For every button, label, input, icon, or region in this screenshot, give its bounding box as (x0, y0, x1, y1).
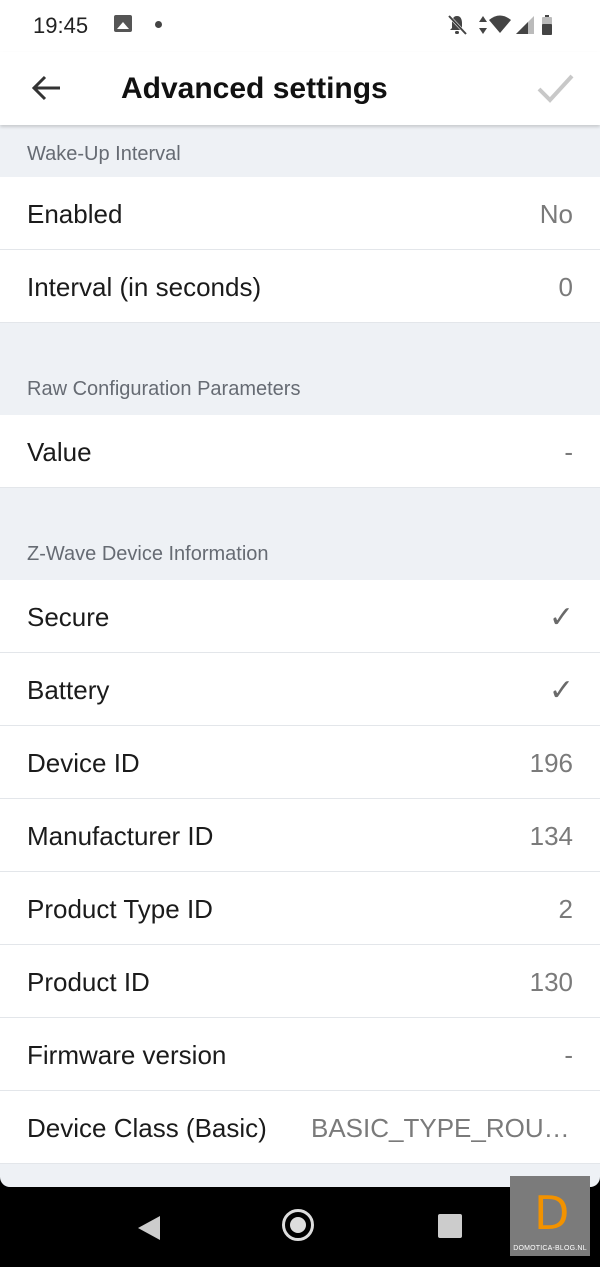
setting-label: Device ID (27, 748, 140, 778)
setting-label: Product ID (27, 967, 150, 997)
setting-label: Device Class (Basic) (27, 1113, 267, 1143)
save-button[interactable] (530, 62, 580, 114)
signal-icon (516, 16, 534, 34)
watermark-text: DOMOTICA-BLOG.NL (513, 1245, 587, 1252)
check-icon: ✓ (548, 601, 574, 634)
setting-row-product-type-id: Product Type ID 2 (0, 872, 600, 945)
setting-row-value[interactable]: Value - (0, 415, 600, 488)
wifi-icon (489, 15, 511, 33)
setting-row-product-id: Product ID 130 (0, 945, 600, 1018)
setting-label: Firmware version (27, 1040, 227, 1070)
back-button[interactable] (20, 62, 72, 114)
setting-value: 0 (558, 272, 573, 302)
nav-recents-button[interactable] (438, 1214, 462, 1238)
status-icons (448, 14, 552, 36)
arrow-back-icon (31, 75, 60, 101)
battery-icon (542, 15, 552, 35)
setting-row-device-class-basic: Device Class (Basic) BASIC_TYPE_ROUT… (0, 1091, 600, 1164)
status-bar: 19:45 (0, 0, 600, 52)
setting-row-secure: Secure ✓ (0, 580, 600, 653)
status-time: 19:45 (33, 13, 89, 38)
setting-label: Manufacturer ID (27, 821, 214, 851)
setting-row-battery: Battery ✓ (0, 653, 600, 726)
setting-label: Product Type ID (27, 894, 213, 924)
app-bar: Advanced settings (0, 52, 600, 125)
settings-list: Wake-Up Interval Enabled No Interval (in… (0, 125, 600, 1164)
page-title: Advanced settings (121, 72, 388, 105)
notifications-off-icon (448, 14, 468, 36)
setting-row-enabled[interactable]: Enabled No (0, 177, 600, 250)
setting-value: 2 (558, 894, 573, 924)
watermark-letter: D (534, 1186, 570, 1240)
setting-value: BASIC_TYPE_ROUT… (311, 1113, 573, 1143)
watermark-logo: D DOMOTICA-BLOG.NL (510, 1176, 590, 1256)
setting-label: Secure (27, 602, 110, 632)
app-screen: 19:45 Advanced settings Wake-Up Interval… (0, 0, 600, 1187)
setting-value: 130 (529, 967, 573, 997)
setting-row-interval[interactable]: Interval (in seconds) 0 (0, 250, 600, 323)
setting-label: Battery (27, 675, 110, 705)
setting-value: - (564, 1040, 573, 1070)
setting-label: Value (27, 437, 92, 467)
check-icon: ✓ (548, 674, 574, 707)
section-header-zwave-info: Z-Wave Device Information (27, 543, 269, 565)
dot-icon (155, 21, 162, 28)
section-header-wake-up: Wake-Up Interval (27, 143, 181, 165)
setting-label: Interval (in seconds) (27, 272, 262, 302)
nav-back-button[interactable] (136, 1214, 162, 1242)
gallery-icon (114, 15, 132, 32)
setting-value: 134 (529, 821, 573, 851)
setting-value: 196 (529, 748, 573, 778)
nav-home-button[interactable] (282, 1209, 314, 1241)
setting-value: No (539, 199, 573, 229)
setting-row-manufacturer-id: Manufacturer ID 134 (0, 799, 600, 872)
section-header-raw-config: Raw Configuration Parameters (27, 378, 301, 400)
setting-value: - (564, 437, 573, 467)
setting-row-device-id: Device ID 196 (0, 726, 600, 799)
setting-label: Enabled (27, 199, 123, 229)
setting-row-firmware-version: Firmware version - (0, 1018, 600, 1091)
check-icon (537, 74, 574, 103)
triangle-back-icon (138, 1216, 160, 1240)
data-arrows-icon (479, 16, 487, 34)
